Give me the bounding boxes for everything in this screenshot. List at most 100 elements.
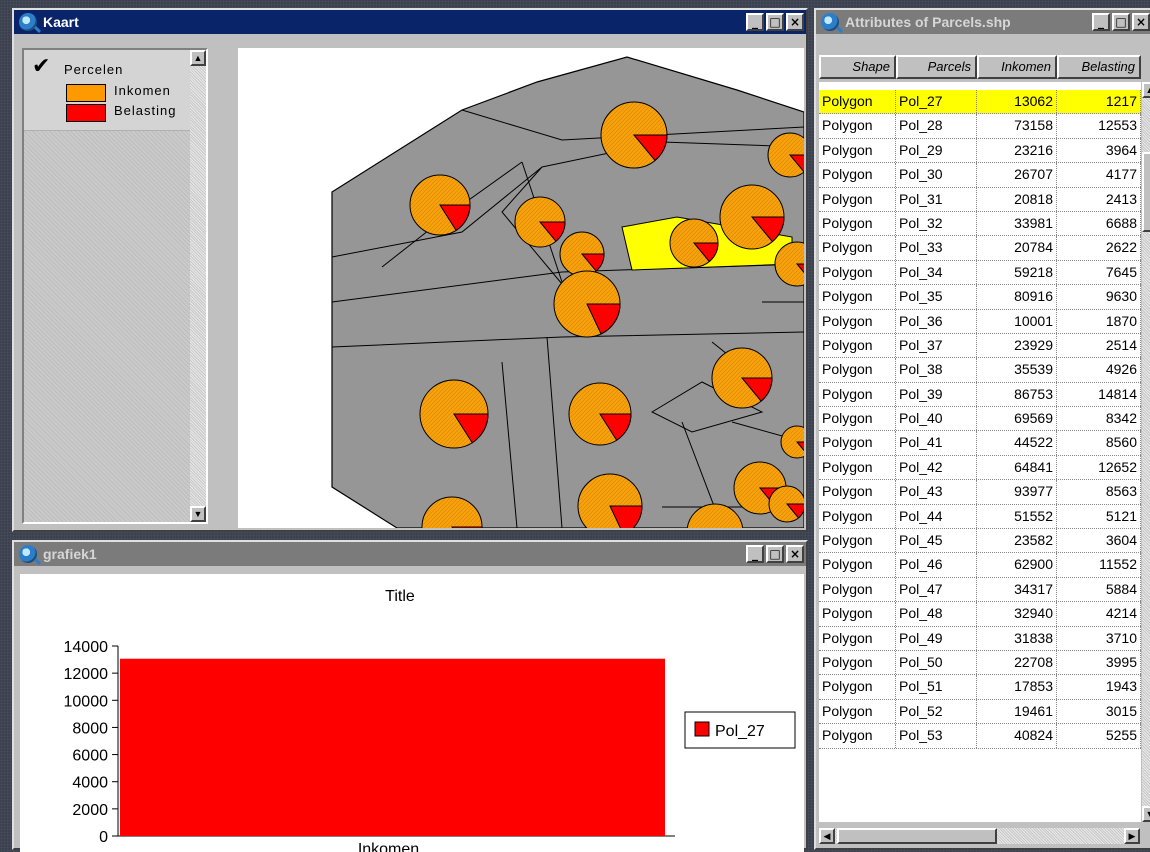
column-header-belasting[interactable]: Belasting xyxy=(1057,55,1141,79)
scroll-up-button[interactable]: ▲ xyxy=(190,50,206,66)
y-tick-label: 12000 xyxy=(64,666,109,683)
minimize-button[interactable]: _ xyxy=(1092,13,1110,31)
scroll-right-button[interactable]: ▶ xyxy=(1124,828,1140,844)
scroll-left-button[interactable]: ◀ xyxy=(819,828,835,844)
table-cell-shape: Polygon xyxy=(819,699,896,724)
scroll-up-button[interactable]: ▲ xyxy=(1142,82,1150,98)
table-row[interactable]: Polygon Pol_27 13062 1217 xyxy=(819,90,1141,115)
close-button[interactable]: × xyxy=(786,545,804,563)
arcview-globe-icon[interactable] xyxy=(821,13,839,31)
table-cell-inkomen: 13062 xyxy=(977,90,1057,114)
table-cell-shape: Polygon xyxy=(819,577,896,602)
column-header-parcels[interactable]: Parcels xyxy=(896,55,977,79)
table-cell-parcels: Pol_46 xyxy=(896,553,977,577)
y-tick-label: 4000 xyxy=(72,775,108,792)
table-row[interactable]: Polygon Pol_30 26707 4177 xyxy=(819,163,1141,188)
table-row[interactable]: Polygon Pol_31 20818 2413 xyxy=(819,187,1141,212)
scroll-down-button[interactable]: ▼ xyxy=(1142,806,1150,822)
table-cell-shape: Polygon xyxy=(819,285,896,309)
legend-layer-entry[interactable]: ✔ Percelen Inkomen Belasting xyxy=(24,50,206,131)
table-cell-parcels: Pol_48 xyxy=(896,602,977,626)
maximize-button[interactable]: □ xyxy=(766,13,784,31)
table-cell-parcels: Pol_31 xyxy=(896,187,977,211)
table-row[interactable]: Polygon Pol_46 62900 11552 xyxy=(819,553,1141,578)
x-category-label: Inkomen xyxy=(358,841,419,852)
table-row[interactable]: Polygon Pol_39 86753 14814 xyxy=(819,382,1141,408)
table-row[interactable]: Polygon Pol_45 23582 3604 xyxy=(819,529,1141,554)
table-row[interactable]: Polygon Pol_34 59218 7645 xyxy=(819,260,1141,286)
table-row[interactable]: Polygon Pol_32 33981 6688 xyxy=(819,211,1141,237)
attributes-titlebar[interactable]: Attributes of Parcels.shp _ □ × xyxy=(816,10,1150,34)
table-row[interactable]: Polygon Pol_50 22708 3995 xyxy=(819,650,1141,676)
table-cell-shape: Polygon xyxy=(819,553,896,577)
table-cell-parcels: Pol_37 xyxy=(896,333,977,358)
table-cell-belasting: 3710 xyxy=(1057,626,1141,650)
arcview-globe-icon[interactable] xyxy=(19,545,37,563)
table-horizontal-scrollbar[interactable]: ◀ ▶ xyxy=(819,828,1140,844)
table-cell-belasting: 3604 xyxy=(1057,529,1141,553)
table-row[interactable]: Polygon Pol_33 20784 2622 xyxy=(819,236,1141,261)
table-cell-inkomen: 10001 xyxy=(977,309,1057,333)
table-row[interactable]: Polygon Pol_36 10001 1870 xyxy=(819,309,1141,334)
table-row[interactable]: Polygon Pol_42 64841 12652 xyxy=(819,455,1141,481)
table-vertical-scrollbar[interactable]: ▲ ▼ xyxy=(1142,82,1150,822)
maximize-button[interactable]: □ xyxy=(766,545,784,563)
map-canvas[interactable] xyxy=(238,48,804,528)
table-row[interactable]: Polygon Pol_51 17853 1943 xyxy=(819,675,1141,700)
table-cell-shape: Polygon xyxy=(819,602,896,626)
table-cell-belasting: 11552 xyxy=(1057,553,1141,577)
table-row[interactable]: Polygon Pol_41 44522 8560 xyxy=(819,431,1141,456)
table-row[interactable]: Polygon Pol_49 31838 3710 xyxy=(819,626,1141,651)
table-row[interactable]: Polygon Pol_37 23929 2514 xyxy=(819,333,1141,359)
table-row[interactable]: Polygon Pol_44 51552 5121 xyxy=(819,504,1141,530)
scroll-down-button[interactable]: ▼ xyxy=(190,506,206,522)
table-cell-parcels: Pol_42 xyxy=(896,455,977,480)
table-cell-belasting: 8563 xyxy=(1057,480,1141,504)
layer-visibility-checkbox[interactable]: ✔ xyxy=(32,56,50,78)
table-row[interactable]: Polygon Pol_40 69569 8342 xyxy=(819,407,1141,432)
table-cell-parcels: Pol_40 xyxy=(896,407,977,431)
table-cell-parcels: Pol_34 xyxy=(896,260,977,285)
grafiek-titlebar[interactable]: grafiek1 _ □ × xyxy=(14,542,806,566)
maximize-button[interactable]: □ xyxy=(1112,13,1130,31)
minimize-button[interactable]: _ xyxy=(746,545,764,563)
table-cell-shape: Polygon xyxy=(819,455,896,480)
table-row[interactable]: Polygon Pol_53 40824 5255 xyxy=(819,724,1141,749)
scroll-thumb[interactable] xyxy=(1142,152,1150,232)
table-cell-parcels: Pol_38 xyxy=(896,358,977,382)
bar-pol-27-inkomen[interactable] xyxy=(120,658,665,836)
kaart-titlebar[interactable]: Kaart _ □ × xyxy=(14,10,806,34)
table-row[interactable]: Polygon Pol_35 80916 9630 xyxy=(819,285,1141,310)
table-cell-belasting: 12553 xyxy=(1057,114,1141,138)
close-button[interactable]: × xyxy=(786,13,804,31)
column-header-shape[interactable]: Shape xyxy=(819,55,896,79)
table-row[interactable]: Polygon Pol_43 93977 8563 xyxy=(819,480,1141,505)
column-header-inkomen[interactable]: Inkomen xyxy=(977,55,1057,79)
table-cell-inkomen: 51552 xyxy=(977,504,1057,529)
table-row[interactable]: Polygon Pol_29 23216 3964 xyxy=(819,138,1141,164)
scroll-hthumb[interactable] xyxy=(837,828,997,844)
table-cell-parcels: Pol_35 xyxy=(896,285,977,309)
close-button[interactable]: × xyxy=(1132,13,1150,31)
table-cell-shape: Polygon xyxy=(819,724,896,748)
table-row[interactable]: Polygon Pol_47 34317 5884 xyxy=(819,577,1141,603)
arcview-globe-icon[interactable] xyxy=(19,13,37,31)
table-row[interactable]: Polygon Pol_52 19461 3015 xyxy=(819,699,1141,725)
legend-vertical-scrollbar[interactable]: ▲ ▼ xyxy=(190,50,206,522)
table-cell-belasting: 8560 xyxy=(1057,431,1141,455)
table-cell-parcels: Pol_45 xyxy=(896,529,977,553)
chart-area[interactable]: Title 14000 12000 10000 8000 6000 4000 2000 0 Ink… xyxy=(20,574,804,852)
table-cell-inkomen: 20818 xyxy=(977,187,1057,211)
table-row[interactable]: Polygon Pol_48 32940 4214 xyxy=(819,602,1141,627)
table-cell-inkomen: 20784 xyxy=(977,236,1057,260)
map-svg xyxy=(331,56,804,528)
table-cell-inkomen: 31838 xyxy=(977,626,1057,650)
y-tick-label: 2000 xyxy=(72,802,108,819)
table-cell-shape: Polygon xyxy=(819,333,896,358)
table-row[interactable]: Polygon Pol_28 73158 12553 xyxy=(819,114,1141,139)
table-cell-belasting: 2514 xyxy=(1057,333,1141,358)
attributes-title: Attributes of Parcels.shp xyxy=(845,14,1011,30)
kaart-window: Kaart _ □ × ✔ Percelen Inkomen Belasting… xyxy=(12,8,808,532)
table-row[interactable]: Polygon Pol_38 35539 4926 xyxy=(819,358,1141,383)
minimize-button[interactable]: _ xyxy=(746,13,764,31)
